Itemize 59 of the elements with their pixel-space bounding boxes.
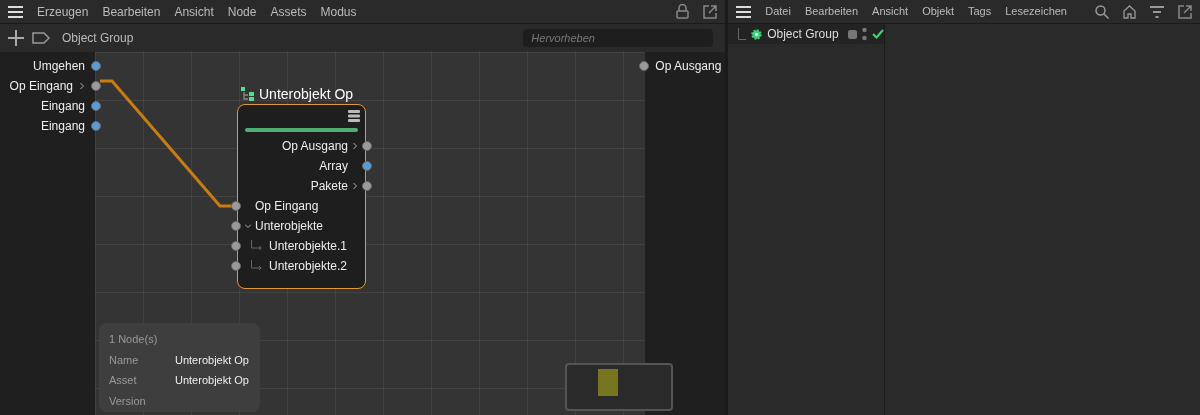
check-icon[interactable] xyxy=(871,29,884,39)
menu-item[interactable]: Ansicht xyxy=(872,3,909,20)
info-value: Unterobjekt Op xyxy=(175,352,249,368)
menu-item[interactable]: Assets xyxy=(270,2,307,21)
info-label: Name xyxy=(109,352,140,368)
port-label: Eingang xyxy=(40,98,85,115)
port-label: Pakete xyxy=(310,178,348,195)
menu-item[interactable]: Bearbeiten xyxy=(804,3,859,20)
port-label: Array xyxy=(319,158,348,175)
chevron-right-icon[interactable] xyxy=(352,183,358,189)
menu-item[interactable]: Ansicht xyxy=(174,2,214,21)
hierarchy-icon xyxy=(241,87,255,102)
external-link-icon[interactable] xyxy=(1178,4,1192,19)
menu-icon[interactable] xyxy=(8,5,23,18)
tag-icon[interactable] xyxy=(32,32,50,44)
chevron-down-icon[interactable] xyxy=(245,223,251,229)
visibility-dots-icon[interactable] xyxy=(861,27,867,41)
selection-count: 1 Node(s) xyxy=(109,332,159,347)
minimap-node xyxy=(598,369,618,396)
menu-item[interactable]: Modus xyxy=(320,2,357,21)
layer-icon xyxy=(847,29,857,39)
node-card[interactable] xyxy=(237,104,366,289)
port-label: Unterobjekte.2 xyxy=(269,258,348,275)
breadcrumb[interactable]: Object Group xyxy=(62,29,134,47)
port-label: Op Eingang xyxy=(255,198,319,215)
gear-icon xyxy=(751,28,763,40)
port-label: Eingang xyxy=(40,118,85,135)
info-value: Unterobjekt Op xyxy=(175,373,249,388)
chevron-right-icon[interactable] xyxy=(79,83,85,89)
menu-item[interactable]: Erzeugen xyxy=(37,2,89,21)
search-field[interactable]: Hervorheben xyxy=(523,29,714,47)
port-label: Unterobjekte xyxy=(255,218,324,235)
port-label: Op Ausgang xyxy=(281,138,348,155)
port-label: Umgehen xyxy=(32,58,85,75)
port-label: Op Eingang xyxy=(9,78,73,95)
search-icon[interactable] xyxy=(1095,4,1109,19)
tree-line-icon xyxy=(738,28,747,40)
tree-branch-icon xyxy=(251,240,263,252)
port-label: Op Ausgang xyxy=(655,58,722,75)
info-label: Version xyxy=(109,393,147,409)
menu-item[interactable]: Objekt xyxy=(922,3,954,20)
menu-item[interactable]: Datei xyxy=(765,3,791,20)
node-title: Unterobjekt Op xyxy=(259,85,354,104)
menu-item[interactable]: Lesezeichen xyxy=(1005,3,1067,20)
external-link-icon[interactable] xyxy=(703,4,718,19)
filter-icon[interactable] xyxy=(1150,5,1164,18)
home-icon[interactable] xyxy=(1123,4,1136,19)
lock-icon[interactable] xyxy=(676,4,690,19)
tree-branch-icon xyxy=(251,260,263,272)
menu-item[interactable]: Bearbeiten xyxy=(102,2,161,21)
menu-icon[interactable] xyxy=(348,110,360,122)
menu-item[interactable]: Node xyxy=(227,2,257,21)
plus-icon[interactable] xyxy=(8,30,24,46)
info-label: Asset xyxy=(109,373,138,388)
chevron-right-icon[interactable] xyxy=(352,143,358,149)
menu-item[interactable]: Tags xyxy=(967,3,992,20)
menu-icon[interactable] xyxy=(736,5,752,18)
minimap[interactable] xyxy=(565,363,673,411)
port-label: Unterobjekte.1 xyxy=(269,238,348,255)
